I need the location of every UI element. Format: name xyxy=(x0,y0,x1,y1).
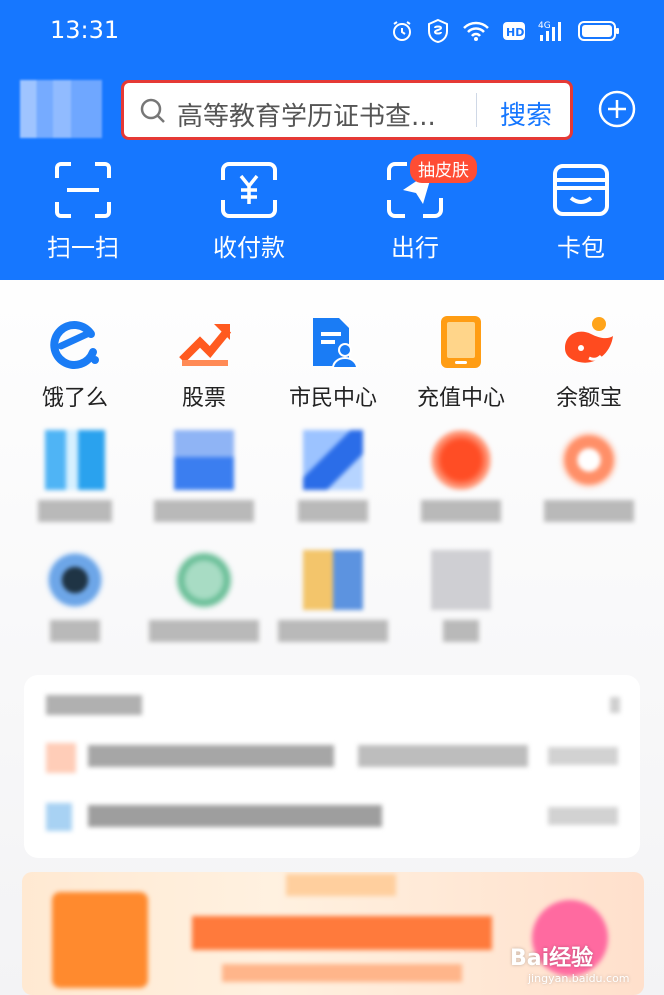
network-type: 4G xyxy=(538,21,551,31)
app-label: 余额宝 xyxy=(555,386,622,411)
blurred-app[interactable] xyxy=(406,550,516,642)
status-icons: HD 4G xyxy=(390,18,620,44)
scan-icon xyxy=(55,162,111,218)
search-icon xyxy=(140,98,165,123)
message-card[interactable] xyxy=(24,675,640,858)
blurred-app[interactable] xyxy=(149,550,259,642)
shield-icon xyxy=(428,18,448,44)
blurred-app[interactable] xyxy=(534,430,644,522)
app-citizen-center[interactable]: 市民中心 xyxy=(278,314,388,412)
pay-receive-icon xyxy=(221,162,277,218)
recharge-icon xyxy=(441,316,481,368)
app-yuebao[interactable]: 余额宝 xyxy=(534,314,644,412)
status-bar: 13:31 HD 4G xyxy=(0,0,664,64)
quick-action-scan[interactable]: 扫一扫 xyxy=(18,160,148,263)
search-input[interactable]: 高等教育学历证书查... xyxy=(177,96,447,133)
blurred-app[interactable] xyxy=(149,430,259,522)
app-eleme[interactable]: 饿了么 xyxy=(20,314,130,412)
search-button[interactable]: 搜索 xyxy=(500,95,552,132)
blurred-app[interactable] xyxy=(20,550,130,642)
stocks-icon xyxy=(179,324,232,366)
header-bar: 13:31 HD 4G 高等教育学历证书查... 搜索 扫一扫 收付款 出行 抽… xyxy=(0,0,664,280)
yuebao-icon xyxy=(565,317,613,363)
blurred-app[interactable] xyxy=(278,550,388,642)
app-label: 股票 xyxy=(181,386,226,411)
app-label: 市民中心 xyxy=(288,386,377,411)
app-label: 饿了么 xyxy=(41,386,108,411)
add-plus-icon[interactable] xyxy=(597,89,637,129)
blurred-app[interactable] xyxy=(278,430,388,522)
quick-action-label: 卡包 xyxy=(557,234,605,262)
app-stocks[interactable]: 股票 xyxy=(149,314,259,412)
search-divider xyxy=(476,93,477,127)
app-label: 充值中心 xyxy=(416,386,505,411)
quick-action-label: 出行 xyxy=(391,234,439,262)
watermark-brand: Bai经验 xyxy=(510,946,594,971)
watermark: Bai经验 jingyan.baidu.com xyxy=(510,940,630,985)
signal-icon: 4G xyxy=(538,21,561,41)
card-wallet-icon xyxy=(553,164,609,216)
alarm-icon xyxy=(393,21,411,41)
quick-action-cards[interactable]: 卡包 xyxy=(516,160,646,263)
avatar[interactable] xyxy=(20,80,102,138)
blurred-app[interactable] xyxy=(406,430,516,522)
app-recharge-center[interactable]: 充值中心 xyxy=(406,314,516,412)
eleme-icon xyxy=(50,321,99,369)
blurred-app[interactable] xyxy=(20,430,130,522)
quick-action-label: 收付款 xyxy=(213,234,285,262)
status-time: 13:31 xyxy=(50,16,120,44)
svg-text:HD: HD xyxy=(506,26,524,39)
hd-icon: HD xyxy=(503,22,525,40)
citizen-center-icon xyxy=(313,318,359,369)
battery-icon xyxy=(578,21,619,41)
watermark-url: jingyan.baidu.com xyxy=(528,972,630,985)
quick-action-pay[interactable]: 收付款 xyxy=(184,160,314,263)
quick-action-label: 扫一扫 xyxy=(47,234,119,262)
search-box[interactable]: 高等教育学历证书查... 搜索 xyxy=(121,80,573,140)
wifi-icon xyxy=(463,21,489,41)
skin-badge[interactable]: 抽皮肤 xyxy=(410,154,477,183)
